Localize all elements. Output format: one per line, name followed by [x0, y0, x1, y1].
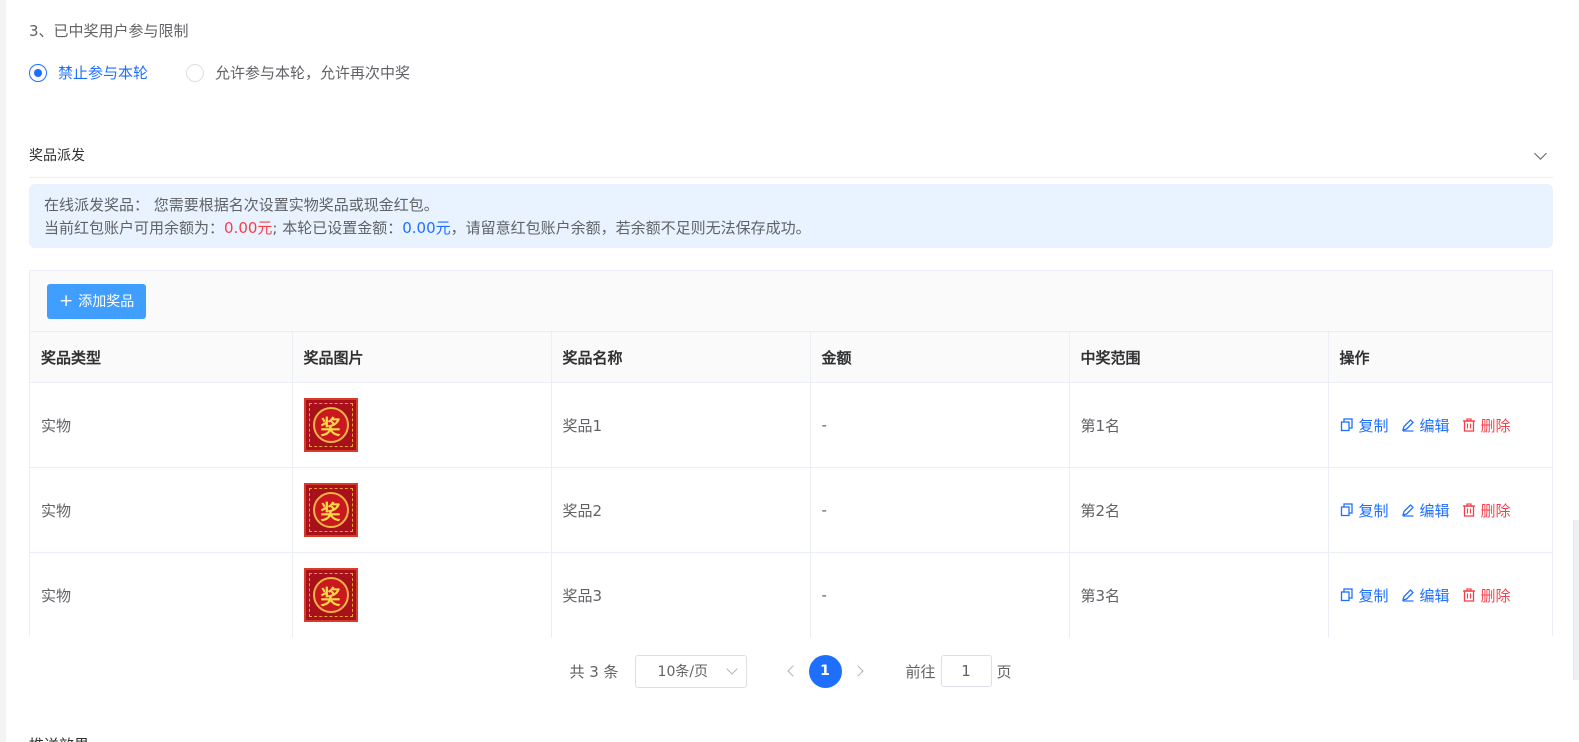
radio-allow[interactable]: 允许参与本轮，允许再次中奖 [186, 62, 410, 83]
add-prize-label: 添加奖品 [78, 294, 135, 310]
table-row: 实物 奖 奖品2 - 第2名 复制 编辑 删除 [30, 467, 1552, 553]
prize-distribution-header[interactable]: 奖品派发 [29, 132, 1553, 178]
prize-image-char: 奖 [312, 407, 349, 443]
participation-limit-label: 3、已中奖用户参与限制 [29, 22, 189, 40]
prize-image[interactable]: 奖 [303, 483, 358, 537]
copy-button[interactable]: 复制 [1340, 500, 1389, 521]
cell-amount: - [810, 467, 1070, 553]
chevron-down-icon[interactable] [1533, 147, 1549, 163]
cell-amount: - [810, 382, 1070, 468]
edit-button[interactable]: 编辑 [1401, 585, 1450, 606]
set-prefix: ; 本轮已设置金额： [272, 219, 403, 237]
copy-button[interactable]: 复制 [1340, 415, 1389, 436]
page-number-current[interactable]: 1 [808, 654, 842, 688]
trash-icon [1462, 503, 1475, 517]
prize-table-container: + 添加奖品 奖品类型 奖品图片 奖品名称 金额 中奖范围 操作 实物 奖 奖品… [29, 270, 1553, 638]
column-header-name: 奖品名称 [551, 331, 811, 383]
cell-type: 实物 [30, 552, 293, 638]
cell-range: 第2名 [1069, 467, 1329, 553]
prize-image[interactable]: 奖 [303, 398, 358, 452]
add-prize-button[interactable]: + 添加奖品 [47, 283, 147, 319]
edit-icon [1401, 504, 1414, 517]
edit-icon [1401, 419, 1414, 432]
cell-name: 奖品2 [551, 467, 811, 553]
cell-image: 奖 [292, 552, 552, 638]
column-header-amount: 金额 [810, 331, 1070, 383]
pagination: 共 3 条 10条/页 1 前往 页 [0, 654, 1579, 688]
set-amount-value: 0.00元 [402, 219, 451, 237]
column-header-actions: 操作 [1328, 331, 1552, 383]
table-header-row: 奖品类型 奖品图片 奖品名称 金额 中奖范围 操作 [30, 331, 1552, 383]
page-size-select[interactable]: 10条/页 [634, 654, 747, 688]
edit-icon [1401, 589, 1414, 602]
prize-image[interactable]: 奖 [303, 568, 358, 623]
left-panel-edge [0, 0, 6, 742]
prize-image-char: 奖 [312, 577, 349, 614]
copy-icon [1340, 418, 1353, 432]
cell-name: 奖品1 [551, 382, 811, 468]
goto-label: 前往 [905, 662, 936, 681]
chevron-down-icon [725, 663, 738, 675]
next-section-title: 推送效果 [29, 734, 89, 742]
cell-amount: - [810, 552, 1070, 638]
balance-prefix: 当前红包账户可用余额为： [44, 219, 225, 237]
cell-actions: 复制 编辑 删除 [1328, 467, 1552, 553]
delete-button[interactable]: 删除 [1462, 415, 1511, 436]
copy-icon [1340, 503, 1353, 517]
prev-page-button[interactable] [783, 663, 799, 679]
cell-image: 奖 [292, 382, 552, 468]
balance-value: 0.00元 [224, 219, 273, 237]
cell-image: 奖 [292, 467, 552, 553]
radio-checked-icon [29, 63, 47, 82]
radio-forbid[interactable]: 禁止参与本轮 [29, 62, 148, 83]
column-header-range: 中奖范围 [1069, 331, 1329, 383]
page-size-value: 10条/页 [657, 664, 709, 680]
column-header-image: 奖品图片 [292, 331, 552, 383]
participation-radio-group: 禁止参与本轮 允许参与本轮，允许再次中奖 [29, 62, 448, 83]
edit-button[interactable]: 编辑 [1401, 415, 1450, 436]
trash-icon [1462, 588, 1475, 602]
prize-image-char: 奖 [312, 492, 349, 528]
delete-button[interactable]: 删除 [1462, 585, 1511, 606]
notice-suffix: ，请留意红包账户余额，若余额不足则无法保存成功。 [450, 219, 811, 237]
copy-button[interactable]: 复制 [1340, 585, 1389, 606]
edit-button[interactable]: 编辑 [1401, 500, 1450, 521]
table-row: 实物 奖 奖品1 - 第1名 复制 编辑 删除 [30, 382, 1552, 468]
column-header-type: 奖品类型 [30, 331, 293, 383]
pagination-total: 共 3 条 [569, 662, 619, 681]
cell-name: 奖品3 [551, 552, 811, 638]
cell-actions: 复制 编辑 删除 [1328, 382, 1552, 468]
page-unit-label: 页 [996, 662, 1012, 681]
plus-icon: + [59, 290, 74, 311]
cell-range: 第1名 [1069, 382, 1329, 468]
copy-icon [1340, 588, 1353, 602]
delete-button[interactable]: 删除 [1462, 500, 1511, 521]
radio-label: 禁止参与本轮 [58, 64, 149, 82]
page-jumper: 前往 页 [906, 655, 1012, 687]
next-page-button[interactable] [852, 663, 868, 679]
table-row: 实物 奖 奖品3 - 第3名 复制 编辑 删除 [30, 552, 1552, 638]
cell-range: 第3名 [1069, 552, 1329, 638]
radio-label: 允许参与本轮，允许再次中奖 [215, 64, 411, 82]
cell-type: 实物 [30, 467, 293, 553]
goto-page-input[interactable] [940, 655, 992, 687]
table-toolbar: + 添加奖品 [30, 271, 1552, 331]
notice-line-2: 当前红包账户可用余额为：0.00元; 本轮已设置金额：0.00元，请留意红包账户… [44, 217, 1538, 240]
section-title: 奖品派发 [29, 147, 85, 164]
cell-actions: 复制 编辑 删除 [1328, 552, 1552, 638]
distribution-notice: 在线派发奖品： 您需要根据名次设置实物奖品或现金红包。 当前红包账户可用余额为：… [29, 184, 1553, 248]
radio-unchecked-icon [186, 63, 205, 82]
notice-line-1: 在线派发奖品： 您需要根据名次设置实物奖品或现金红包。 [44, 196, 439, 214]
prize-table: 奖品类型 奖品图片 奖品名称 金额 中奖范围 操作 实物 奖 奖品1 - 第1名… [30, 331, 1552, 638]
trash-icon [1462, 418, 1475, 432]
cell-type: 实物 [30, 382, 293, 468]
